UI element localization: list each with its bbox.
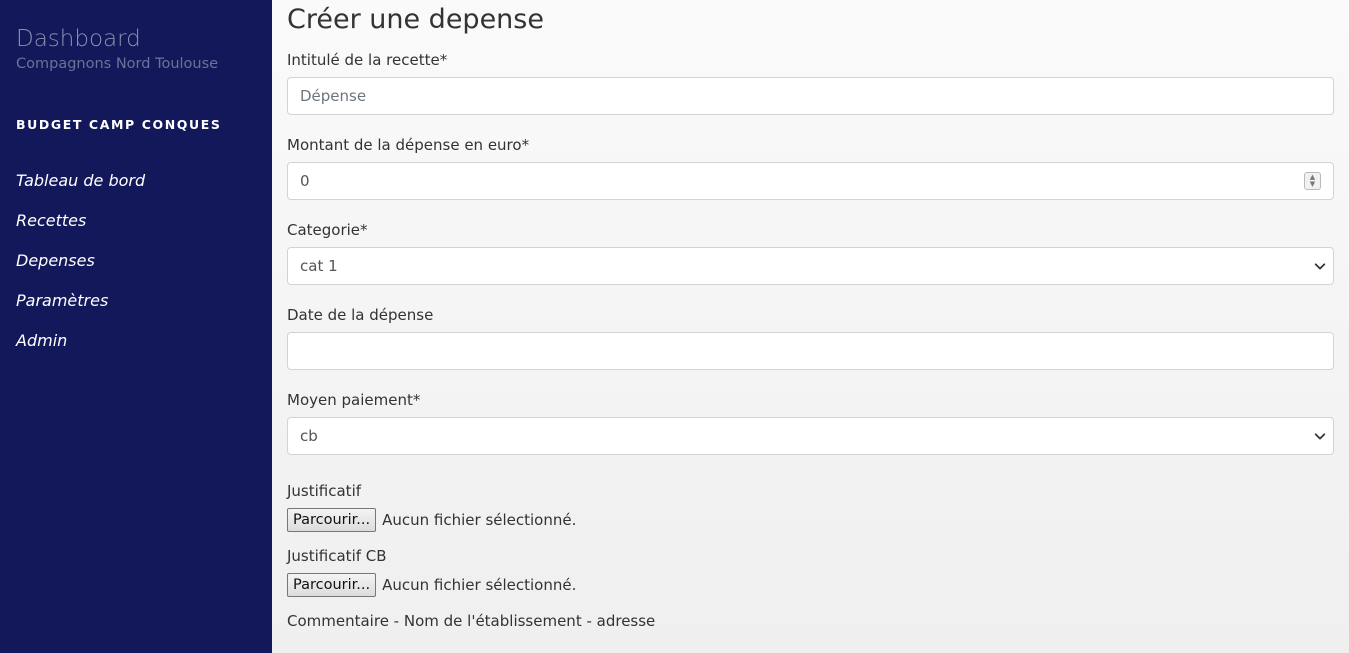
sidebar-item-parametres[interactable]: Paramètres	[16, 289, 256, 329]
sidebar-item-depenses[interactable]: Depenses	[16, 249, 256, 289]
page-title: Créer une depense	[287, 4, 544, 35]
montant-input[interactable]: 0 ▲ ▼	[287, 162, 1334, 200]
sidebar-item-recettes[interactable]: Recettes	[16, 209, 256, 249]
date-group: Date de la dépense	[287, 305, 1334, 370]
intitule-group: Intitulé de la recette* Dépense	[287, 50, 1334, 115]
number-spinner-icon[interactable]: ▲ ▼	[1304, 172, 1321, 190]
sidebar-item-admin[interactable]: Admin	[16, 329, 256, 369]
date-label: Date de la dépense	[287, 306, 434, 324]
sidebar-item-tableau-de-bord[interactable]: Tableau de bord	[16, 169, 256, 209]
justificatif-status: Aucun fichier sélectionné.	[382, 511, 577, 529]
sidebar-nav: Tableau de bord Recettes Depenses Paramè…	[16, 169, 256, 369]
justificatif-cb-browse-button[interactable]: Parcourir...	[287, 573, 377, 597]
categorie-label: Categorie*	[287, 221, 368, 239]
main-content: Créer une depense Intitulé de la recette…	[272, 0, 1349, 653]
commentaire-label: Commentaire - Nom de l'établissement - a…	[287, 612, 656, 630]
categorie-select[interactable]: cat 1	[287, 247, 1334, 285]
montant-group: Montant de la dépense en euro* 0 ▲ ▼	[287, 135, 1334, 200]
sidebar-section-heading: BUDGET CAMP CONQUES	[16, 117, 222, 132]
categorie-group: Categorie* cat 1	[287, 220, 1334, 285]
moyen-value: cb	[300, 427, 318, 445]
categorie-value: cat 1	[300, 257, 338, 275]
montant-value: 0	[300, 172, 310, 190]
justificatif-label: Justificatif	[287, 482, 362, 500]
date-input[interactable]	[287, 332, 1334, 370]
moyen-label: Moyen paiement*	[287, 391, 421, 409]
montant-label: Montant de la dépense en euro*	[287, 136, 530, 154]
intitule-input[interactable]: Dépense	[287, 77, 1334, 115]
intitule-label: Intitulé de la recette*	[287, 51, 448, 69]
moyen-select[interactable]: cb	[287, 417, 1334, 455]
moyen-group: Moyen paiement* cb	[287, 390, 1334, 455]
justificatif-cb-label: Justificatif CB	[287, 547, 387, 565]
sidebar: Dashboard Compagnons Nord Toulouse BUDGE…	[0, 0, 272, 653]
justificatif-cb-status: Aucun fichier sélectionné.	[382, 576, 577, 594]
chevron-down-icon	[1314, 263, 1326, 270]
chevron-down-icon	[1314, 433, 1326, 440]
justificatif-browse-button[interactable]: Parcourir...	[287, 508, 377, 532]
justificatif-file-input: Parcourir... Aucun fichier sélectionné.	[287, 508, 1334, 532]
brand-subtitle: Compagnons Nord Toulouse	[16, 56, 219, 72]
intitule-placeholder: Dépense	[300, 87, 367, 105]
brand-title: Dashboard	[16, 26, 141, 52]
justificatif-cb-file-input: Parcourir... Aucun fichier sélectionné.	[287, 573, 1334, 597]
